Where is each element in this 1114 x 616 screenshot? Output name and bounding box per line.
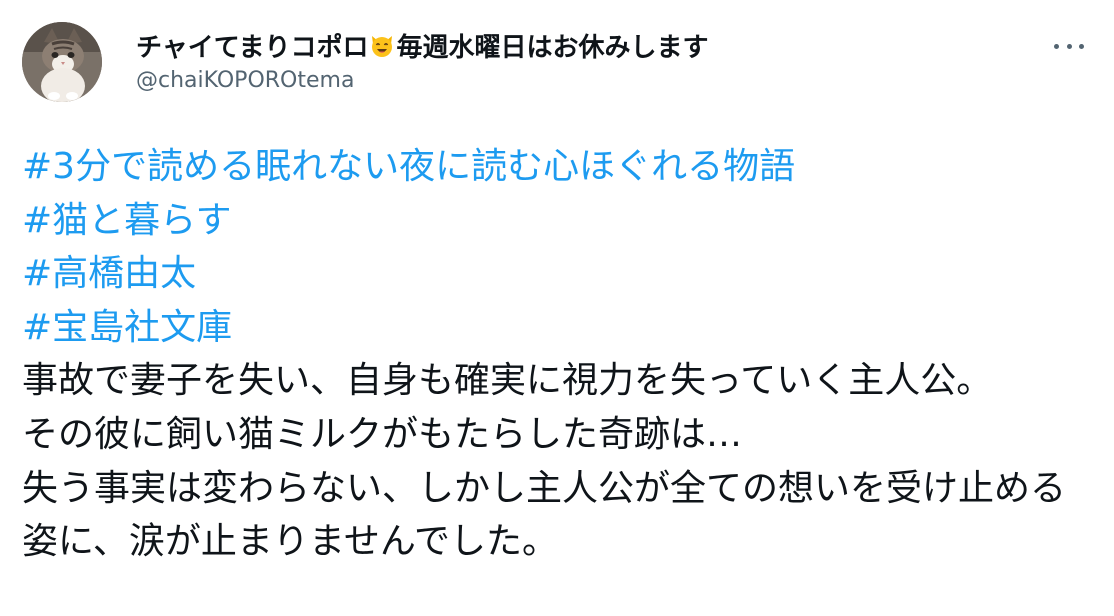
more-horizontal-icon[interactable] [1054,36,1084,56]
display-name-part2: 毎週水曜日はお休みします [396,32,709,63]
user-handle[interactable]: @chaiKOPOROtema [136,68,354,93]
tweet-paragraph: その彼に飼い猫ミルクがもたらした奇跡は… [22,413,743,455]
more-dot [1054,43,1059,49]
hashtag-link[interactable]: #高橋由太 [22,247,1092,301]
cat-avatar-image [22,22,102,102]
hashtag-link[interactable]: #3分で読める眠れない夜に読む心ほぐれる物語 [22,140,1092,194]
hashtag-link[interactable]: #猫と暮らす [22,194,1092,248]
display-name[interactable]: チャイてまりコポロ 毎週水曜日はお休みします [136,28,709,63]
tweet-paragraph: 失う事実は変わらない、しかし主人公が全ての想いを受け止める姿に、涙が止まりません… [22,467,1067,563]
tweet-text: #3分で読める眠れない夜に読む心ほぐれる物語 #猫と暮らす #高橋由太 #宝島社… [22,140,1092,569]
tweet-card: チャイてまりコポロ 毎週水曜日はお休みします @chaiKOPOROtema #… [0,0,1114,616]
more-dot [1079,43,1084,49]
avatar[interactable] [22,22,102,102]
smiling-cat-emoji-icon [369,32,395,58]
tweet-paragraph: 事故で妻子を失い、自身も確実に視力を失っていく主人公。 [22,360,993,402]
more-dot [1066,43,1072,49]
display-name-part1: チャイてまりコポロ [136,32,369,63]
hashtag-link[interactable]: #宝島社文庫 [22,301,1092,355]
